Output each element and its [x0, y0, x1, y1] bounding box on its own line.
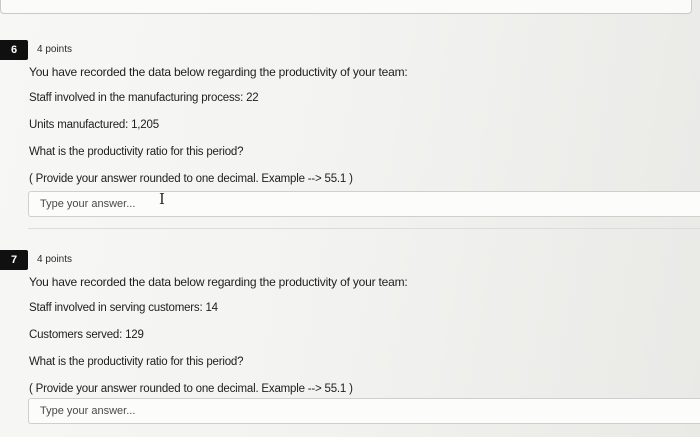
question-points: 4 points [37, 44, 73, 55]
staff-line: Staff involved in the manufacturing proc… [29, 92, 259, 104]
previous-answer-box [0, 0, 692, 14]
text-cursor-icon: I [159, 190, 165, 208]
question-divider [28, 228, 700, 229]
question-intro: You have recorded the data below regardi… [29, 65, 408, 79]
units-line: Units manufactured: 1,205 [29, 119, 159, 131]
question-prompt: What is the productivity ratio for this … [29, 356, 244, 368]
answer-input-q7[interactable] [29, 399, 700, 423]
staff-line: Staff involved in serving customers: 14 [29, 302, 218, 314]
question-number-badge: 7 [0, 250, 28, 270]
question-number-badge: 6 [0, 40, 28, 60]
question-prompt: What is the productivity ratio for this … [29, 146, 244, 158]
question-intro: You have recorded the data below regardi… [29, 275, 408, 289]
customers-line: Customers served: 129 [29, 329, 144, 341]
answer-input-q6[interactable] [29, 192, 700, 216]
answer-field-container [28, 191, 700, 217]
answer-instructions: ( Provide your answer rounded to one dec… [29, 383, 353, 395]
question-points: 4 points [37, 254, 73, 265]
answer-instructions: ( Provide your answer rounded to one dec… [29, 173, 353, 185]
answer-field-container [28, 398, 700, 424]
